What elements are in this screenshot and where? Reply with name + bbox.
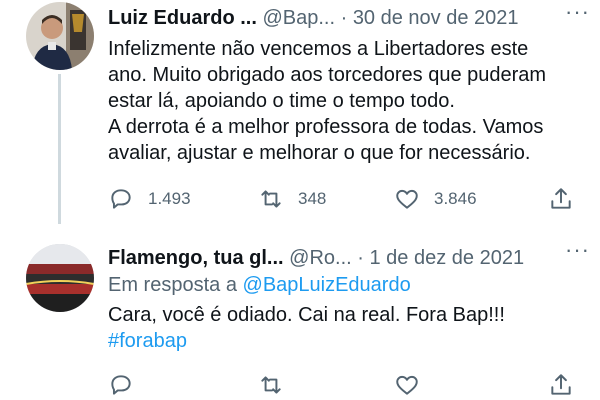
tweet-text-line: Infelizmente não vencemos a Libertadores… bbox=[108, 38, 529, 60]
avatar-luiz-eduardo[interactable] bbox=[26, 2, 94, 70]
share-button[interactable] bbox=[548, 184, 574, 214]
reply-mention-link[interactable]: @BapLuizEduardo bbox=[243, 274, 411, 296]
author-name[interactable]: Flamengo, tua gl... bbox=[108, 247, 284, 269]
like-icon bbox=[396, 189, 418, 209]
more-label: ··· bbox=[565, 237, 590, 262]
tweet-text: Cara, você é odiado. Cai na real. Fora B… bbox=[108, 302, 588, 354]
more-label: ··· bbox=[565, 0, 590, 24]
author-handle[interactable]: @Bap... bbox=[262, 7, 335, 29]
reply-icon bbox=[111, 189, 131, 209]
tweet-text-line: estar lá, apoiando o time o tempo todo. bbox=[108, 90, 455, 112]
reply-context: Em resposta a @BapLuizEduardo bbox=[108, 272, 411, 298]
tweet-text-line: ano. Muito obrigado aos torcedores que p… bbox=[108, 64, 547, 86]
reply-button[interactable]: 1.493 bbox=[108, 184, 191, 214]
header-separator: · bbox=[357, 247, 364, 269]
retweet-button[interactable]: 348 bbox=[258, 184, 326, 214]
tweet-actions: 1.493 348 3.846 bbox=[108, 184, 578, 214]
share-icon bbox=[551, 188, 571, 209]
more-icon[interactable]: ··· bbox=[565, 0, 590, 24]
reply-prefix: Em resposta a bbox=[108, 274, 237, 296]
reply-icon bbox=[111, 375, 131, 395]
retweet-count: 348 bbox=[298, 189, 327, 208]
tweet-header: Luiz Eduardo ... @Bap... · 30 de nov de … bbox=[108, 4, 582, 32]
tweet-text-line: avaliar, ajustar e melhorar o que for ne… bbox=[108, 142, 531, 164]
share-button[interactable] bbox=[548, 370, 574, 400]
tweet-2[interactable]: Flamengo, tua gl... @Ro... · 1 de dez de… bbox=[0, 232, 600, 400]
tweet-header: Flamengo, tua gl... @Ro... · 1 de dez de… bbox=[108, 244, 582, 272]
author-handle[interactable]: @Ro... bbox=[289, 247, 352, 269]
author-name[interactable]: Luiz Eduardo ... bbox=[108, 7, 257, 29]
header-separator: · bbox=[340, 7, 348, 29]
hashtag-link[interactable]: #forabap bbox=[108, 328, 588, 354]
tweet-text-line: Cara, você é odiado. Cai na real. Fora B… bbox=[108, 304, 505, 326]
share-icon bbox=[551, 374, 571, 395]
tweet-text-line: A derrota é a melhor professora de todas… bbox=[108, 116, 544, 138]
retweet-button[interactable] bbox=[258, 370, 298, 400]
retweet-icon bbox=[261, 376, 281, 394]
tweet-1[interactable]: Luiz Eduardo ... @Bap... · 30 de nov de … bbox=[0, 0, 600, 232]
reply-button[interactable] bbox=[108, 370, 148, 400]
tweet-actions bbox=[108, 370, 578, 400]
like-icon bbox=[396, 375, 418, 395]
reply-count: 1.493 bbox=[148, 189, 191, 208]
tweet-date[interactable]: 30 de nov de 2021 bbox=[353, 7, 519, 29]
like-count: 3.846 bbox=[434, 189, 477, 208]
thread-connector-line bbox=[58, 74, 61, 224]
like-button[interactable] bbox=[394, 370, 434, 400]
tweet-date[interactable]: 1 de dez de 2021 bbox=[369, 247, 524, 269]
avatar-flamengo-fan[interactable] bbox=[26, 244, 94, 312]
more-icon[interactable]: ··· bbox=[565, 237, 590, 262]
tweet-text: Infelizmente não vencemos a Libertadores… bbox=[108, 36, 588, 166]
like-button[interactable]: 3.846 bbox=[394, 184, 477, 214]
retweet-icon bbox=[261, 190, 281, 208]
